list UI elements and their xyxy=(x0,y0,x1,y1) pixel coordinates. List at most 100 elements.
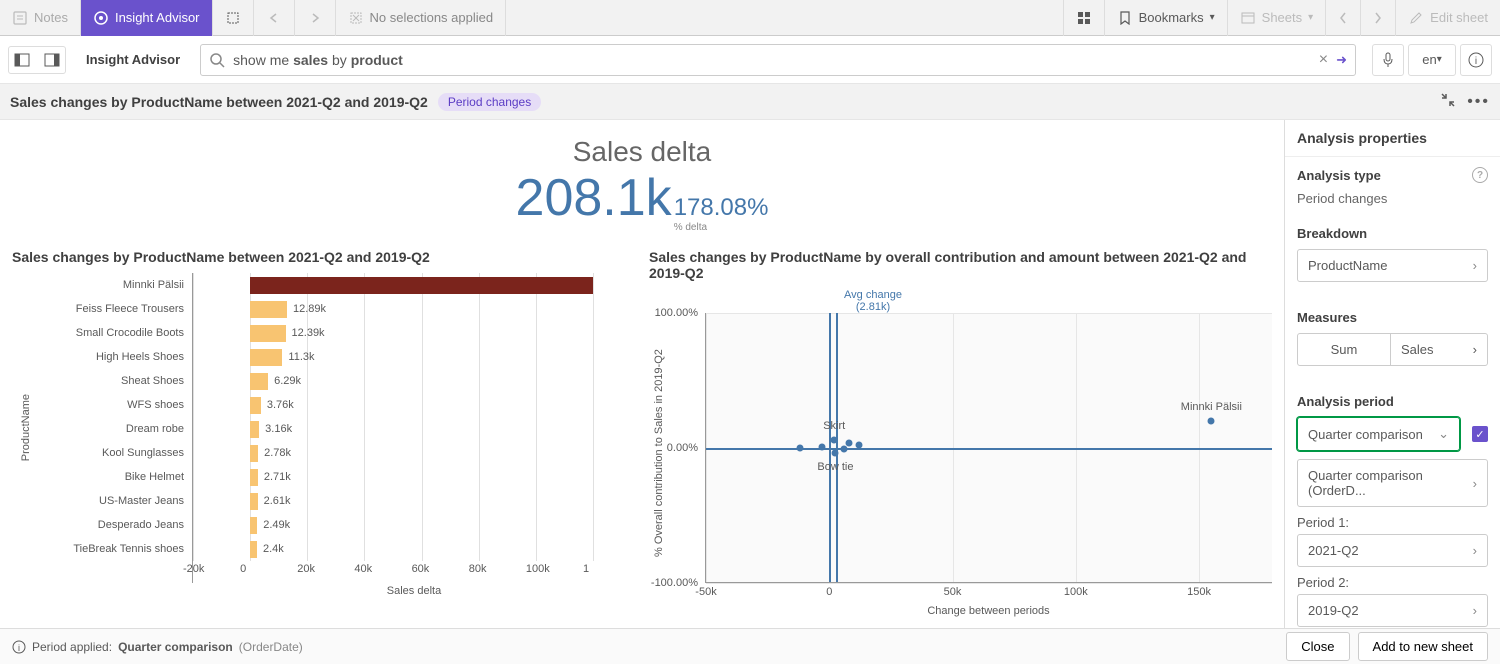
sheets-icon xyxy=(1240,10,1256,26)
scatter-x-tick: 100k xyxy=(1064,582,1088,598)
scatter-y-tick: 100.00% xyxy=(655,307,706,319)
scatter-point[interactable] xyxy=(1208,418,1215,425)
bar[interactable] xyxy=(250,517,257,534)
chevron-right-icon: › xyxy=(1473,543,1477,558)
notes-label: Notes xyxy=(34,10,68,25)
selection-tool-button[interactable] xyxy=(213,0,254,36)
clear-search-button[interactable]: × xyxy=(1319,51,1328,69)
scatter-point-label: Minnki Pälsii xyxy=(1181,401,1242,413)
bar-value-label: 2.61k xyxy=(264,495,291,507)
period-applied-field: (OrderDate) xyxy=(239,640,303,654)
next-sheet-button[interactable] xyxy=(1360,0,1395,36)
analysis-type-badge: Period changes xyxy=(438,93,541,111)
scatter-point[interactable] xyxy=(841,446,848,453)
bar-chart-title: Sales changes by ProductName between 202… xyxy=(12,249,635,265)
help-icon[interactable]: ? xyxy=(1472,167,1488,183)
period1-label: Period 1: xyxy=(1297,515,1488,530)
bar-chart-x-axis-label: Sales delta xyxy=(193,585,635,597)
bar-x-tick: -20k xyxy=(183,563,204,575)
bar[interactable] xyxy=(250,301,287,318)
bar[interactable] xyxy=(250,325,285,342)
bar[interactable] xyxy=(250,397,261,414)
selection-tool-icon xyxy=(225,10,241,26)
panel-toggle-left[interactable] xyxy=(9,47,35,73)
chevron-down-icon: ⌄ xyxy=(1438,426,1449,442)
bookmarks-button[interactable]: Bookmarks ▾ xyxy=(1104,0,1227,36)
scatter-point[interactable] xyxy=(831,436,838,443)
period-field[interactable]: Quarter comparison (OrderD... › xyxy=(1297,459,1488,507)
voice-button[interactable] xyxy=(1372,44,1404,76)
bar-value-label: 2.78k xyxy=(264,447,291,459)
submit-search-button[interactable]: ➜ xyxy=(1336,52,1347,68)
bookmark-icon xyxy=(1117,10,1133,26)
period1-field[interactable]: 2021-Q2 › xyxy=(1297,534,1488,567)
panel-toggle-right[interactable] xyxy=(39,47,65,73)
chevron-right-icon: › xyxy=(1473,342,1477,357)
scatter-point[interactable] xyxy=(796,445,803,452)
sheets-button[interactable]: Sheets ▾ xyxy=(1227,0,1326,36)
bar[interactable] xyxy=(250,277,593,294)
step-back-button[interactable] xyxy=(254,0,295,36)
language-label: en xyxy=(1422,52,1436,67)
clear-selections-button[interactable]: No selections applied xyxy=(336,0,507,36)
bar[interactable] xyxy=(250,493,257,510)
breakdown-field[interactable]: ProductName › xyxy=(1297,249,1488,282)
measure-agg[interactable]: Sum xyxy=(1298,334,1391,365)
chevron-left-icon xyxy=(1338,11,1348,25)
sub-toolbar: Insight Advisor show me sales by product… xyxy=(0,36,1500,84)
kpi-title: Sales delta xyxy=(12,136,1272,168)
step-forward-button[interactable] xyxy=(295,0,336,36)
bar[interactable] xyxy=(250,373,268,390)
bar[interactable] xyxy=(250,421,259,438)
bar[interactable] xyxy=(250,445,258,462)
bar[interactable] xyxy=(250,469,258,486)
edit-sheet-button[interactable]: Edit sheet xyxy=(1395,0,1500,36)
close-button[interactable]: Close xyxy=(1286,632,1349,661)
bar-value-label: 2.49k xyxy=(263,519,290,531)
chevron-right-icon xyxy=(1373,11,1383,25)
measures-heading: Measures xyxy=(1297,310,1488,325)
scatter-point[interactable] xyxy=(832,450,839,457)
chevron-down-icon: ▾ xyxy=(1308,12,1313,23)
bar-category-label: Kool Sunglasses xyxy=(32,441,192,465)
bar-category-label: Minnki Pälsii xyxy=(32,273,192,297)
period-checkbox[interactable]: ✓ xyxy=(1472,426,1488,442)
bar-x-tick: 0 xyxy=(240,563,246,575)
bar-x-tick: 1 xyxy=(583,563,589,575)
period-applied-label: Period applied: xyxy=(32,640,112,654)
search-input[interactable]: show me sales by product xyxy=(233,52,1311,68)
analysis-type-value: Period changes xyxy=(1297,191,1488,206)
kpi-percent: 178.08% xyxy=(674,194,769,222)
help-button[interactable]: i xyxy=(1460,44,1492,76)
grid-button[interactable] xyxy=(1063,0,1104,36)
measure-selector: Sum Sales › xyxy=(1297,333,1488,366)
minimize-button[interactable] xyxy=(1441,93,1455,111)
scatter-point[interactable] xyxy=(845,439,852,446)
analysis-properties-panel: Analysis properties Analysis type ? Peri… xyxy=(1284,120,1500,628)
measure-field[interactable]: Sales › xyxy=(1391,334,1487,365)
more-options-button[interactable]: ••• xyxy=(1467,93,1490,111)
period2-label: Period 2: xyxy=(1297,575,1488,590)
scatter-y-axis-label: % Overall contribution to Sales in 2019-… xyxy=(649,289,665,617)
prev-sheet-button[interactable] xyxy=(1325,0,1360,36)
scatter-point[interactable] xyxy=(855,442,862,449)
notes-button[interactable]: Notes xyxy=(0,0,81,36)
bar-category-label: High Heels Shoes xyxy=(32,345,192,369)
insight-advisor-label: Insight Advisor xyxy=(115,10,200,25)
bar-value-label: 3.16k xyxy=(265,423,292,435)
edit-sheet-label: Edit sheet xyxy=(1430,10,1488,25)
search-box[interactable]: show me sales by product × ➜ xyxy=(200,44,1356,76)
scatter-point-label: Skirt xyxy=(823,420,845,432)
period2-field[interactable]: 2019-Q2 › xyxy=(1297,594,1488,627)
insight-advisor-tab[interactable]: Insight Advisor xyxy=(81,0,213,36)
bar[interactable] xyxy=(250,349,282,366)
add-to-sheet-button[interactable]: Add to new sheet xyxy=(1358,632,1488,661)
panel-toggle-group xyxy=(8,46,66,74)
scatter-point[interactable] xyxy=(818,443,825,450)
language-dropdown[interactable]: en ▾ xyxy=(1408,44,1456,76)
period-comparison-dropdown[interactable]: Quarter comparison ⌄ xyxy=(1297,417,1460,451)
svg-text:i: i xyxy=(18,643,20,653)
bar-category-label: Desperado Jeans xyxy=(32,513,192,537)
bar-x-tick: 40k xyxy=(354,563,372,575)
bar[interactable] xyxy=(250,541,257,558)
